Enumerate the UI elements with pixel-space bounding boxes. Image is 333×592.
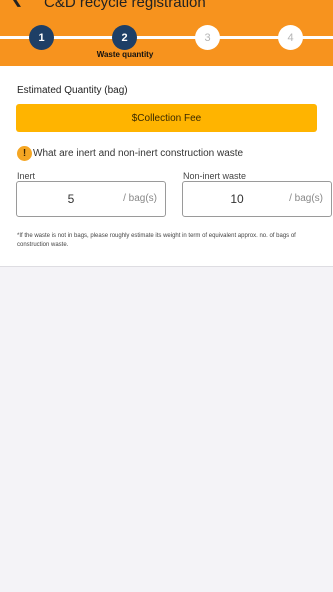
non-inert-label: Non-inert waste (183, 171, 247, 181)
waste-info-link[interactable]: ! What are inert and non-inert construct… (17, 146, 243, 161)
non-inert-unit: / bag(s) (289, 193, 323, 204)
step-3[interactable]: 3 (195, 25, 220, 50)
exclamation-icon: ! (17, 146, 32, 161)
step-2[interactable]: 2 (112, 25, 137, 50)
footnote: *If the waste is not in bags, please rou… (17, 233, 296, 248)
non-inert-quantity-value[interactable]: 10 (183, 182, 291, 216)
inert-quantity-field[interactable]: 5 / bag(s) (16, 181, 166, 217)
inert-unit: / bag(s) (123, 193, 157, 204)
chevron-left-icon[interactable]: ❮ (10, 0, 23, 7)
current-step-label: Waste quantity (96, 50, 154, 59)
section-title: Estimated Quantity (bag) (17, 85, 128, 96)
step-1[interactable]: 1 (29, 25, 54, 50)
inert-label: Inert (17, 171, 36, 181)
app-header: ❮ C&D recycle registration 1 2 3 4 Waste… (0, 0, 333, 66)
non-inert-quantity-field[interactable]: 10 / bag(s) (182, 181, 332, 217)
inert-quantity-value[interactable]: 5 (17, 182, 125, 216)
collection-fee-button[interactable]: $Collection Fee (16, 104, 317, 132)
page-title: C&D recycle registration (44, 0, 206, 11)
quantity-form: Estimated Quantity (bag) $Collection Fee… (0, 66, 333, 267)
info-text: What are inert and non-inert constructio… (33, 148, 244, 159)
step-4[interactable]: 4 (278, 25, 303, 50)
